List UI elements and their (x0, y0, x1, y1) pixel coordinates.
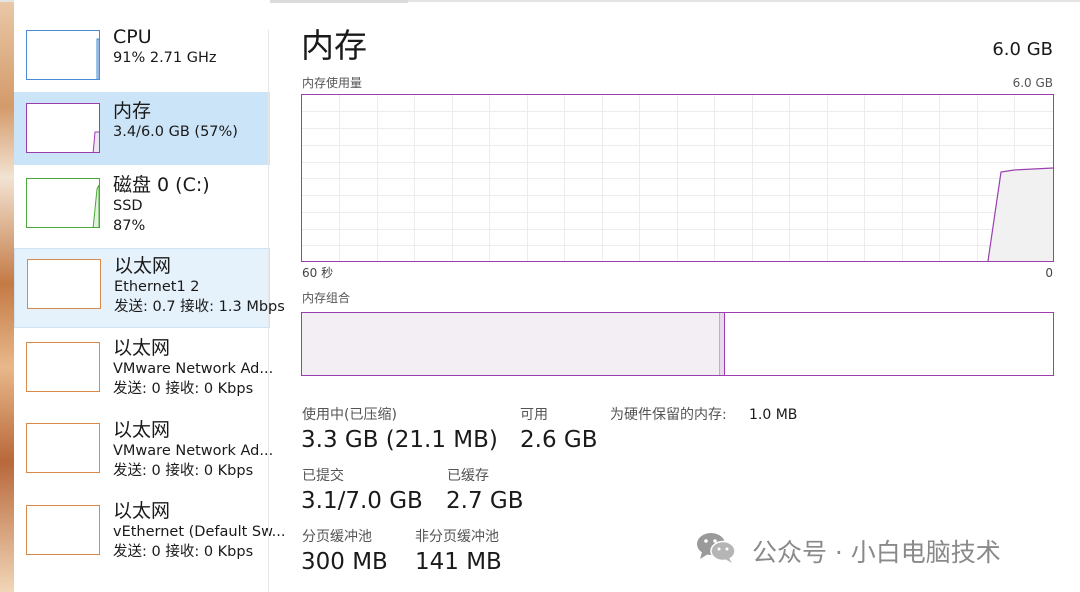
composition-label: 内存组合 (302, 291, 351, 305)
performance-sidebar: CPU 91% 2.71 GHz 内存 3.4/6.0 GB (57%) 磁盘 … (14, 0, 285, 592)
sidebar-item-ethernet-3[interactable]: 以太网 VMware Network Ad... 发送: 0 接收: 0 Kbp… (14, 414, 274, 492)
composition-modified (720, 313, 725, 375)
watermark: 公众号 · 小白电脑技术 (696, 530, 1001, 570)
sidebar-item-title: 以太网 (113, 419, 171, 441)
memory-composition-bar (301, 312, 1054, 376)
sidebar-item-detail: vEthernet (Default Sw... (113, 524, 286, 540)
nonpaged-pool-value: 141 MB (415, 549, 502, 575)
sidebar-item-detail: SSD (113, 198, 143, 214)
paged-pool-value: 300 MB (301, 549, 388, 575)
usage-graph-label: 内存使用量 (302, 76, 363, 90)
desktop-wallpaper-strip (0, 0, 14, 592)
sidebar-item-detail: 发送: 0 接收: 0 Kbps (113, 381, 254, 397)
sidebar-item-memory[interactable]: 内存 3.4/6.0 GB (57%) (14, 92, 270, 165)
sidebar-item-detail: VMware Network Ad... (113, 361, 274, 377)
sidebar-item-disk-0[interactable]: 磁盘 0 (C:) SSD 87% (14, 168, 270, 246)
sidebar-item-detail: 3.4/6.0 GB (57%) (113, 124, 238, 140)
tab-strip-fragment (270, 0, 408, 3)
ethernet-thumbnail-graph (27, 259, 101, 309)
sidebar-item-title: 以太网 (113, 500, 171, 522)
committed-value: 3.1/7.0 GB (301, 488, 423, 514)
sidebar-item-detail: 91% 2.71 GHz (113, 50, 217, 66)
ethernet-thumbnail-graph (26, 505, 100, 555)
sidebar-item-title: CPU (113, 26, 152, 48)
sidebar-item-title: 内存 (113, 100, 152, 122)
sidebar-item-detail: VMware Network Ad... (113, 443, 274, 459)
cpu-thumbnail-graph (26, 30, 100, 80)
memory-thumbnail-graph (26, 103, 100, 153)
ethernet-thumbnail-graph (26, 423, 100, 473)
cached-label: 已缓存 (447, 468, 489, 484)
paged-pool-label: 分页缓冲池 (302, 529, 372, 545)
sidebar-item-detail: 87% (113, 218, 146, 234)
usage-graph-max: 6.0 GB (1012, 76, 1053, 90)
sidebar-item-detail: 发送: 0 接收: 0 Kbps (113, 463, 254, 479)
watermark-text: 公众号 · 小白电脑技术 (751, 537, 1001, 567)
graph-time-start: 60 秒 (302, 266, 334, 280)
committed-label: 已提交 (302, 468, 344, 484)
hardware-reserved-value: 1.0 MB (749, 407, 798, 423)
nonpaged-pool-label: 非分页缓冲池 (415, 529, 499, 545)
available-value: 2.6 GB (520, 427, 598, 453)
in-use-label: 使用中(已压缩) (302, 407, 397, 423)
graph-time-end: 0 (1045, 266, 1053, 280)
sidebar-item-title: 以太网 (114, 255, 172, 277)
memory-usage-graph-canvas (302, 95, 1053, 261)
composition-in-use (302, 313, 720, 375)
in-use-value: 3.3 GB (21.1 MB) (301, 427, 498, 453)
memory-usage-area (988, 168, 1053, 261)
total-memory: 6.0 GB (992, 39, 1053, 60)
sidebar-item-ethernet-2[interactable]: 以太网 VMware Network Ad... 发送: 0 接收: 0 Kbp… (14, 332, 274, 410)
ethernet-thumbnail-graph (26, 342, 100, 392)
hardware-reserved-label: 为硬件保留的内存: (610, 407, 727, 423)
sidebar-item-title: 以太网 (113, 337, 171, 359)
sidebar-item-detail: 发送: 0.7 接收: 1.3 Mbps (114, 299, 285, 315)
sidebar-item-ethernet-4[interactable]: 以太网 vEthernet (Default Sw... 发送: 0 接收: 0… (14, 496, 285, 574)
sidebar-divider (268, 30, 269, 592)
sidebar-item-title: 磁盘 0 (C:) (113, 174, 210, 196)
sidebar-item-ethernet-1[interactable]: 以太网 Ethernet1 2 发送: 0.7 接收: 1.3 Mbps (14, 248, 285, 328)
disk-thumbnail-graph (26, 178, 100, 228)
available-label: 可用 (520, 407, 548, 423)
sidebar-item-detail: Ethernet1 2 (114, 279, 200, 295)
sidebar-item-detail: 发送: 0 接收: 0 Kbps (113, 544, 254, 560)
memory-usage-graph (301, 94, 1054, 262)
sidebar-item-cpu[interactable]: CPU 91% 2.71 GHz (14, 22, 270, 88)
wechat-icon (696, 530, 736, 575)
cached-value: 2.7 GB (446, 488, 524, 514)
page-title: 内存 (301, 26, 367, 65)
